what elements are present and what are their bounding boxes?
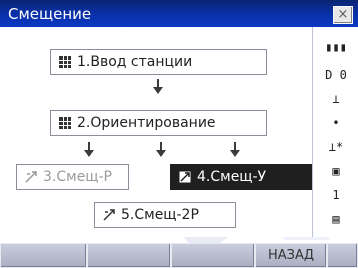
offset-menu: 1.Ввод станции 2.Ориентирование 3.Смещ-Р…	[0, 27, 313, 237]
target-icon: ⊥	[332, 92, 340, 106]
offset-icon	[103, 209, 115, 221]
battery-icon: ▮▮▮	[325, 40, 347, 54]
softkey-2[interactable]	[87, 243, 171, 268]
arrow-down-icon	[156, 142, 166, 157]
window-title: Смещение	[8, 5, 92, 23]
menu-item-offset-r[interactable]: 3.Смещ-Р	[16, 164, 129, 190]
input-mode-icon: ▤	[332, 212, 340, 226]
softkey-3[interactable]	[171, 243, 255, 268]
menu-item-label: 2.Ориентирование	[77, 115, 216, 131]
menu-item-label: 1.Ввод станции	[77, 54, 193, 70]
menu-item-label: 5.Смещ-2Р	[121, 207, 199, 223]
arrow-down-icon	[230, 142, 240, 157]
offset-icon	[25, 171, 37, 183]
menu-item-offset-2r[interactable]: 5.Смещ-2Р	[94, 202, 236, 228]
menu-item-label: 4.Смещ-У	[197, 169, 267, 185]
arrow-down-icon	[84, 142, 94, 157]
close-button[interactable]: ×	[333, 6, 353, 24]
softkey-1[interactable]	[0, 243, 87, 268]
tilt-icon: •	[332, 116, 340, 130]
status-sidebar: ▮▮▮ D 0 ⊥ • ⊥* ▣ 1 ▤	[312, 27, 358, 237]
offset-icon	[179, 171, 191, 183]
ppm-icon: ⊥*	[328, 140, 344, 154]
menu-item-offset-u[interactable]: 4.Смещ-У	[170, 164, 313, 190]
grid-icon	[59, 56, 71, 68]
back-button[interactable]: НАЗАД	[255, 243, 327, 268]
distance-mode-indicator: D 0	[325, 68, 347, 82]
title-bar: Смещение ×	[0, 0, 358, 27]
grid-icon	[59, 117, 71, 129]
menu-item-label: 3.Смещ-Р	[43, 169, 112, 185]
softkey-page[interactable]	[327, 243, 358, 268]
close-icon: ×	[337, 7, 349, 22]
memory-icon: ▣	[332, 164, 340, 178]
menu-item-orientation[interactable]: 2.Ориентирование	[50, 110, 267, 136]
arrow-down-icon	[153, 79, 163, 94]
softkey-bar: НАЗАД	[0, 243, 358, 268]
menu-item-station-input[interactable]: 1.Ввод станции	[50, 49, 267, 75]
page-indicator: 1	[332, 188, 340, 202]
